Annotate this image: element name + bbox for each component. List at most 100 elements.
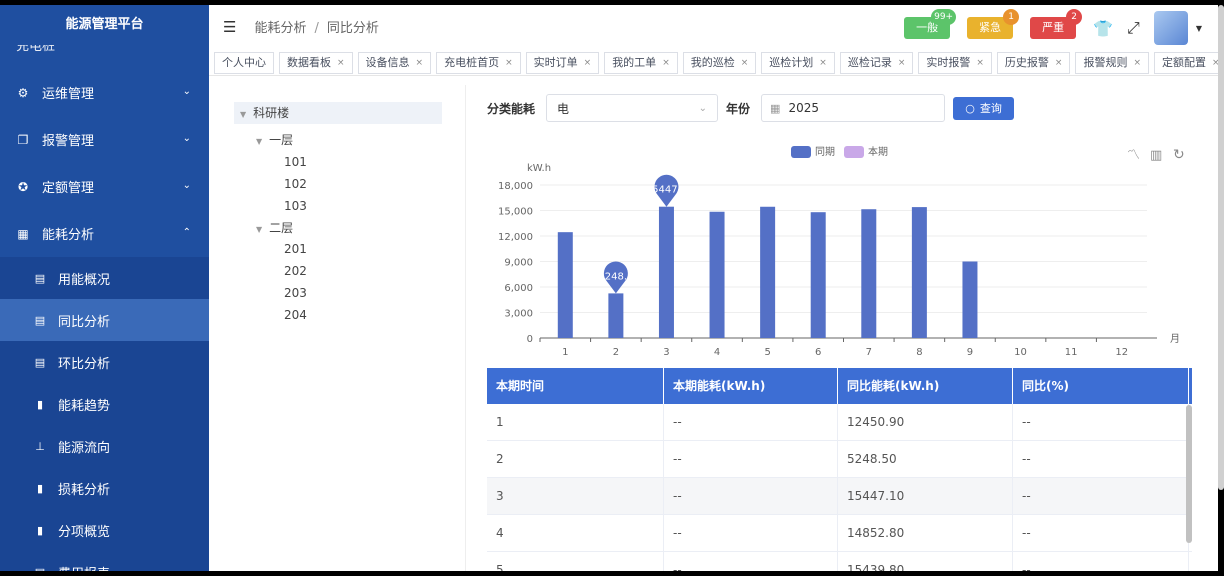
bar-chart-icon: ▥	[1150, 148, 1162, 163]
sidebar-item-energy-analysis[interactable]: ▦ 能耗分析 ⌃	[0, 210, 209, 257]
top-header: ☰ 能耗分析 / 同比分析 一般 99+ 紧急 1 严重 2 👕 ⤢ ▼	[209, 5, 1218, 48]
chevron-down-icon: ⌄	[182, 86, 191, 97]
tab-tag[interactable]: 数据看板 ×	[279, 51, 353, 74]
tree-node-floor[interactable]: ▼ 二层	[256, 219, 293, 236]
caret-down-icon: ▼	[240, 110, 247, 119]
sidebar-item-label: 损耗分析	[58, 482, 111, 498]
building-tree: ▼ 科研楼 ▼ 一层 101 102 103 ▼ 二层 201 202 203 204	[226, 85, 466, 571]
header-actions: 一般 99+ 紧急 1 严重 2 👕 ⤢ ▼	[904, 9, 1202, 45]
table-cell: --	[664, 552, 838, 571]
category-label: 分类能耗	[487, 101, 536, 116]
column-header[interactable]: 本期能耗(kW.h)	[664, 368, 838, 404]
close-icon[interactable]: ×	[1133, 52, 1141, 74]
tree-node-room[interactable]: 204	[284, 308, 307, 322]
alarm-urgent-button[interactable]: 紧急 1	[967, 9, 1020, 39]
tab-tag[interactable]: 巡检记录 ×	[839, 51, 914, 74]
close-icon[interactable]: ×	[898, 52, 906, 74]
sidebar-item-alarm[interactable]: ❐ 报警管理 ⌄	[0, 116, 209, 163]
theme-shirt-icon[interactable]: 👕	[1093, 19, 1113, 38]
tree-node-room[interactable]: 201	[284, 242, 307, 256]
tree-node-room[interactable]: 103	[284, 199, 307, 213]
sidebar-item-quota[interactable]: ✪ 定额管理 ⌄	[0, 163, 209, 210]
table-row[interactable]: 1 -- 12450.90 --	[487, 404, 1192, 441]
sidebar-item-yoy[interactable]: ▤ 同比分析	[0, 299, 209, 341]
tree-node-room[interactable]: 102	[284, 177, 307, 191]
year-picker[interactable]: ▦ 2025	[761, 94, 946, 122]
tab-tag[interactable]: 我的工单 ×	[604, 51, 678, 74]
bar	[658, 206, 674, 338]
chevron-down-icon: ⌄	[182, 133, 191, 144]
bar	[557, 232, 573, 338]
fullscreen-icon[interactable]: ⤢	[1127, 18, 1140, 38]
tab-tag[interactable]: 实时报警 ×	[918, 51, 992, 74]
avatar[interactable]	[1153, 11, 1188, 45]
sidebar-item-subitem-overview[interactable]: ▮ 分项概览	[0, 509, 209, 551]
document-icon: ▤	[34, 566, 46, 572]
marker-label: 15447.1	[646, 185, 687, 196]
close-icon[interactable]: ×	[584, 52, 592, 74]
close-icon[interactable]: ×	[741, 52, 749, 74]
tag-label: 实时订单	[533, 55, 578, 69]
y-tick-label: 15,000	[498, 207, 533, 218]
sidebar-item-usage-overview[interactable]: ▤ 用能概况	[0, 257, 209, 299]
alarm-severe-button[interactable]: 严重 2	[1030, 9, 1083, 39]
close-icon[interactable]: ×	[819, 52, 827, 74]
menu-toggle-icon[interactable]: ☰	[223, 18, 236, 36]
table-cell: 2	[487, 441, 664, 477]
close-icon[interactable]: ×	[416, 52, 424, 74]
tree-node-label: 二层	[269, 221, 294, 235]
column-header[interactable]: 本期时间	[487, 368, 664, 404]
close-icon[interactable]: ×	[976, 52, 984, 74]
tab-tag[interactable]: 定额配置×	[1154, 51, 1218, 74]
close-icon[interactable]: ×	[505, 52, 513, 74]
query-button[interactable]: ○ 查询	[953, 96, 1015, 120]
sidebar-item-loss[interactable]: ▮ 损耗分析	[0, 467, 209, 509]
sidebar-item-mom[interactable]: ▤ 环比分析	[0, 341, 209, 383]
page-scrollbar[interactable]	[1218, 5, 1224, 490]
column-header[interactable]: 同比(%)	[1013, 368, 1189, 404]
alarm-normal-button[interactable]: 一般 99+	[904, 9, 957, 39]
sidebar-item-trend[interactable]: ▮ 能耗趋势	[0, 383, 209, 425]
tab-tag[interactable]: 巡检计划 ×	[761, 51, 835, 74]
tab-tag[interactable]: 实时订单 ×	[525, 51, 600, 74]
tag-label: 个人中心	[222, 55, 266, 69]
y-tick-label: 0	[527, 334, 533, 345]
category-select[interactable]: 电 ⌄	[546, 94, 719, 122]
category-select-value: 电	[557, 101, 570, 116]
tab-tag[interactable]: 设备信息 ×	[357, 51, 432, 74]
table-row[interactable]: 5 -- 15439.80 --	[487, 552, 1192, 571]
tab-tag[interactable]: 历史报警 ×	[996, 51, 1071, 74]
tab-tag[interactable]: 我的巡检 ×	[682, 51, 757, 74]
close-icon[interactable]: ×	[337, 52, 345, 74]
tree-node-room[interactable]: 202	[284, 264, 307, 278]
line-chart-icon: 〽	[1127, 148, 1140, 163]
close-icon[interactable]: ×	[662, 52, 670, 74]
app-title: 能源管理平台	[0, 5, 209, 45]
table-row[interactable]: 2 -- 5248.50 --	[487, 441, 1192, 478]
tree-node-room[interactable]: 101	[284, 155, 307, 169]
table-cell: --	[1013, 404, 1189, 440]
tree-node-floor[interactable]: ▼ 一层	[256, 131, 293, 148]
breadcrumb-item[interactable]: 能耗分析	[254, 21, 306, 36]
sidebar-item-label: 定额管理	[42, 181, 95, 196]
table-row[interactable]: 4 -- 14852.80 --	[487, 515, 1192, 552]
bar	[962, 261, 978, 338]
legend-label: 本期	[868, 145, 888, 158]
tab-tag[interactable]: 报警规则 ×	[1075, 51, 1150, 74]
table-row[interactable]: 3 -- 15447.10 --	[487, 478, 1192, 515]
bar-chart-icon: ▮	[36, 523, 44, 537]
tab-tag[interactable]: 充电桩首页 ×	[436, 51, 521, 74]
sidebar-item-cost-report[interactable]: ▤ 费用报表	[0, 551, 209, 571]
tree-node-root[interactable]: ▼ 科研楼	[234, 102, 442, 124]
table-scrollbar[interactable]	[1186, 405, 1192, 543]
tree-node-room[interactable]: 203	[284, 286, 307, 300]
tab-tag[interactable]: 个人中心	[214, 51, 274, 74]
alarm-badge: 1	[1003, 9, 1020, 25]
sidebar-item-ops[interactable]: ⚙ 运维管理 ⌄	[0, 69, 209, 116]
column-header[interactable]: 同比能耗(kW.h)	[838, 368, 1013, 404]
sidebar-item-flow[interactable]: ⊥ 能源流向	[0, 425, 209, 467]
close-icon[interactable]: ×	[1055, 52, 1063, 74]
caret-down-icon[interactable]: ▼	[1196, 24, 1202, 33]
x-tick-label: 12	[1115, 347, 1128, 358]
tag-label: 我的工单	[612, 55, 657, 69]
